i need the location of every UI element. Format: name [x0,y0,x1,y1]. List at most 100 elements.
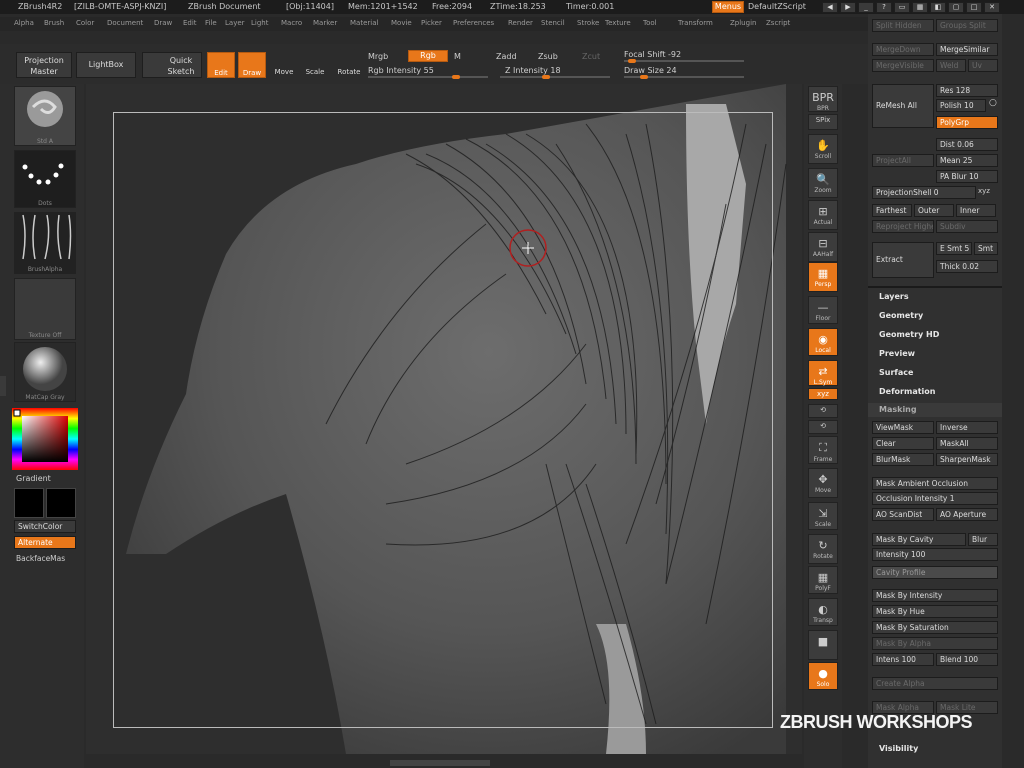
mask-by-hue-button[interactable]: Mask By Hue [872,605,998,618]
xyz-toggle[interactable]: xyz [978,187,990,195]
outer-button[interactable]: Outer [914,204,954,217]
section-deformation[interactable]: Deformation [879,387,935,396]
intens-slider[interactable]: Intens 100 [872,653,934,666]
section-geometry-hd[interactable]: Geometry HD [879,330,939,339]
edit-button[interactable]: Edit [207,52,235,78]
ao-scandist-slider[interactable]: AO ScanDist [872,508,934,521]
shelf-transp-button[interactable]: ◐ Transp [808,598,838,626]
extract-button[interactable]: Extract [872,242,934,278]
cavity-profile-button[interactable]: Cavity Profile [872,566,998,579]
pa-blur-slider[interactable]: PA Blur 10 [936,170,998,183]
stroke-thumbnail[interactable]: Dots [14,150,76,208]
shelf-tool-19-button[interactable]: ■ [808,630,838,660]
menu-zplugin[interactable]: Zplugin [730,19,756,27]
close-icon[interactable]: ✕ [984,2,1000,13]
shelf-polyf-button[interactable]: ▦ PolyF [808,566,838,594]
maskall-button[interactable]: MaskAll [936,437,998,450]
dist-slider[interactable]: Dist 0.06 [936,138,998,151]
palette-icon[interactable]: ▦ [912,2,928,13]
m-toggle[interactable]: M [454,52,461,61]
occlusion-intensity-slider[interactable]: Occlusion Intensity 1 [872,492,998,505]
draw-button[interactable]: Draw [238,52,266,78]
rotate-button[interactable]: Rotate [334,52,364,78]
cavity-blur-slider[interactable]: Blur [968,533,998,546]
mean-slider[interactable]: Mean 25 [936,154,998,167]
popup-icon[interactable]: ◧ [930,2,946,13]
section-surface[interactable]: Surface [879,368,913,377]
merge-down-button[interactable]: MergeDown [872,43,934,56]
menu-preferences[interactable]: Preferences [453,19,494,27]
minimize-icon[interactable]: _ [858,2,874,13]
rgb-intensity-slider[interactable]: Rgb Intensity 55 [368,66,434,75]
shelf-scroll-button[interactable]: ✋ Scroll [808,134,838,164]
menu-texture[interactable]: Texture [605,19,631,27]
mask-by-alpha-button[interactable]: Mask By Alpha [872,637,998,650]
menu-color[interactable]: Color [76,19,94,27]
create-alpha-button[interactable]: Create Alpha [872,677,998,690]
polish-toggle-icon[interactable]: ○ [989,98,997,108]
s-smt-slider[interactable]: Smt [974,242,998,255]
thick-slider[interactable]: Thick 0.02 [936,260,998,273]
scale-button[interactable]: Scale [302,52,328,78]
split-hidden-button[interactable]: Split Hidden [872,19,934,32]
menu-zscript[interactable]: Zscript [766,19,790,27]
material-thumbnail[interactable]: MatCap Gray [14,342,76,402]
shelf-move-button[interactable]: ✥ Move [808,468,838,498]
shelf-solo-button[interactable]: ● Solo [808,662,838,690]
secondary-color-swatch[interactable] [46,488,76,518]
draw-size-slider[interactable]: Draw Size 24 [624,66,677,75]
shelf-bpr-button[interactable]: BPR BPR [808,86,838,112]
main-color-swatch[interactable] [14,488,44,518]
section-preview[interactable]: Preview [879,349,915,358]
blend-slider[interactable]: Blend 100 [936,653,998,666]
alternate-button[interactable]: Alternate [14,536,76,549]
menu-material[interactable]: Material [350,19,378,27]
layout-icon[interactable]: ▭ [894,2,910,13]
masking-header[interactable]: Masking [868,403,1002,417]
menu-brush[interactable]: Brush [44,19,64,27]
shelf-actual-button[interactable]: ⊞ Actual [808,200,838,230]
menu-marker[interactable]: Marker [313,19,337,27]
menu-tool[interactable]: Tool [643,19,657,27]
z-intensity-slider[interactable]: Z Intensity 18 [505,66,561,75]
zadd-toggle[interactable]: Zadd [496,52,517,61]
color-picker[interactable] [12,408,78,470]
sharpenmask-button[interactable]: SharpenMask [936,453,998,466]
projection-master-button[interactable]: Projection Master [16,52,72,78]
blurmask-button[interactable]: BlurMask [872,453,934,466]
merge-similar-button[interactable]: MergeSimilar [936,43,998,56]
window-icon[interactable]: ▢ [948,2,964,13]
maximize-icon[interactable]: □ [966,2,982,13]
arrow-left-icon[interactable]: ◀ [822,2,838,13]
menu-movie[interactable]: Movie [391,19,412,27]
shelf-spix-button[interactable]: SPix [808,114,838,130]
menu-edit[interactable]: Edit [183,19,197,27]
shelf-l-sym-button[interactable]: ⇄ L.Sym [808,360,838,386]
shelf-persp-button[interactable]: ▦ Persp [808,262,838,292]
weld-button[interactable]: Weld [936,59,966,72]
menu-document[interactable]: Document [107,19,143,27]
menu-draw[interactable]: Draw [154,19,172,27]
left-tray-handle[interactable] [0,376,6,396]
brush-thumbnail[interactable]: Std A [14,86,76,146]
shelf-aahalf-button[interactable]: ⊟ AAHalf [808,232,838,262]
section-visibility[interactable]: Visibility [879,744,918,753]
shelf-xyz-button[interactable]: xyz [808,388,838,400]
alpha-thumbnail[interactable]: BrushAlpha [14,212,76,274]
merge-visible-button[interactable]: MergeVisible [872,59,934,72]
shelf-local-button[interactable]: ◉ Local [808,328,838,356]
clear-mask-button[interactable]: Clear [872,437,934,450]
shelf-tool-12-button[interactable]: ⟲ [808,420,838,434]
inverse-button[interactable]: Inverse [936,421,998,434]
menu-alpha[interactable]: Alpha [14,19,34,27]
shelf-scale-button[interactable]: ⇲ Scale [808,502,838,530]
rgb-toggle[interactable]: Rgb [408,50,448,62]
move-button[interactable]: Move [271,52,297,78]
polygrp-button[interactable]: PolyGrp [936,116,998,129]
menu-stroke[interactable]: Stroke [577,19,599,27]
help-icon[interactable]: ? [876,2,892,13]
menu-macro[interactable]: Macro [281,19,302,27]
shelf-rotate-button[interactable]: ↻ Rotate [808,534,838,564]
menu-picker[interactable]: Picker [421,19,442,27]
menu-stencil[interactable]: Stencil [541,19,565,27]
